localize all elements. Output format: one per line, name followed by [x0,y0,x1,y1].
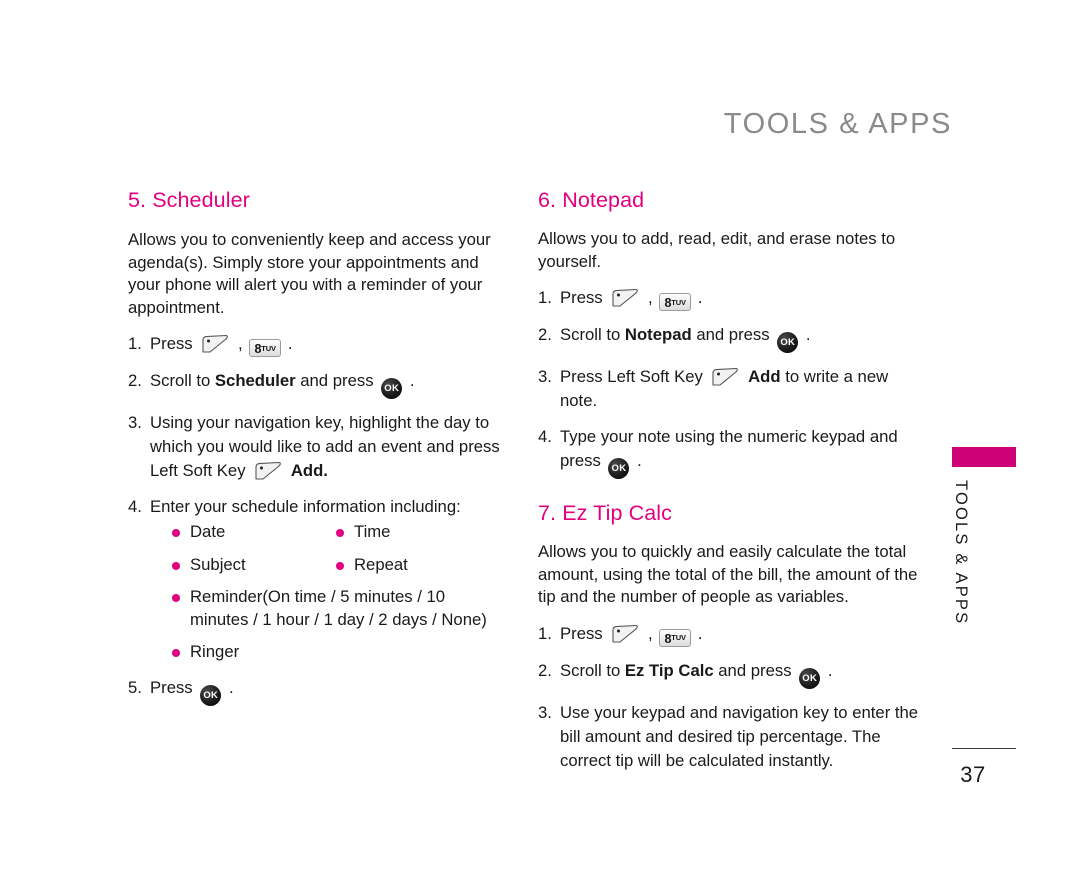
left-soft-key-icon [253,461,283,481]
step-comma: , [237,334,243,354]
step-number: 4. [538,427,552,447]
ok-key-icon: OK [777,332,799,354]
step-period: . [637,451,642,471]
step-number: 1. [538,288,552,308]
step-number: 1. [538,623,552,643]
ok-key-icon: OK [608,458,630,480]
step-period: . [697,623,703,643]
page-number: 37 [960,762,986,787]
ok-key-icon: OK [799,667,821,689]
step-period: . [228,677,234,697]
section-title-scheduler: 5. Scheduler [128,188,250,212]
step-period: . [697,288,703,308]
step-number: 3. [538,367,552,387]
step-text: Scroll to [560,325,621,345]
bullet-time: Time [336,521,390,544]
notepad-step-1: 1. Press , 8TUV . [538,286,920,312]
step-number: 2. [538,325,552,345]
bullet-reminder: Reminder(On time / 5 minutes / 10 minute… [172,586,508,631]
step-text-cont: and press [696,325,770,345]
left-soft-key-icon [710,367,740,387]
softkey-label-add: Add. [290,461,328,481]
step-text: Press Left Soft Key [560,367,703,387]
bullet-row: Reminder(On time / 5 minutes / 10 minute… [172,586,508,631]
scheduler-step-2: 2. Scroll to Scheduler and press OK . [128,369,508,400]
menu-name-scheduler: Scheduler [214,371,296,391]
ok-key-icon: OK [200,684,222,706]
eztip-step-1: 1. Press , 8TUV . [538,622,920,647]
key-8-tuv-icon: 8TUV [659,293,692,312]
eztip-intro-text: Allows you to quickly and easily calcula… [538,542,918,607]
step-number: 2. [128,371,142,391]
left-column: 5. Scheduler Allows you to conveniently … [128,188,508,718]
scheduler-step-4: 4. Enter your schedule information inclu… [128,495,508,664]
step-number: 4. [128,497,142,517]
eztip-steps: 1. Press , 8TUV . 2. Scroll to Ez Tip Ca… [538,622,920,773]
scheduler-intro-text: Allows you to conveniently keep and acce… [128,230,491,317]
step-number: 1. [128,334,142,354]
step-text: Press [560,288,603,308]
step-text: Scroll to [150,371,211,391]
thumb-tab-marker [952,447,1016,467]
menu-name-notepad: Notepad [624,325,692,345]
eztip-step-2: 2. Scroll to Ez Tip Calc and press OK . [538,659,920,689]
bullet-row: Subject Repeat [172,554,508,577]
eztip-step-3: 3. Use your keypad and navigation key to… [538,701,920,773]
footer-rule [952,748,1016,749]
running-head: TOOLS & APPS [723,108,952,140]
step-period: . [409,371,415,391]
step-text-cont: and press [718,660,792,680]
notepad-step-3: 3. Press Left Soft Key Add to write a ne… [538,365,920,413]
step-comma: , [647,288,653,308]
scheduler-step-3: 3. Using your navigation key, highlight … [128,411,508,483]
step-period: . [805,325,811,345]
bullet-repeat: Repeat [336,554,408,577]
step-period: . [287,334,293,354]
step-text: Enter your schedule information includin… [150,497,461,517]
key-8-tuv-icon: 8TUV [249,339,282,358]
step-text: Use your keypad and navigation key to en… [560,702,919,770]
step-text: Scroll to [560,660,621,680]
notepad-step-4: 4. Type your note using the numeric keyp… [538,425,920,480]
step-comma: , [647,623,653,643]
bullet-ringer: Ringer [172,641,508,664]
step-number: 3. [128,413,142,433]
step-text: Press [150,677,193,697]
step-number: 3. [538,702,552,722]
notepad-intro-text: Allows you to add, read, edit, and erase… [538,229,896,271]
notepad-step-2: 2. Scroll to Notepad and press OK . [538,323,920,354]
left-soft-key-icon [610,288,640,308]
step-text: Press [560,623,603,643]
step-text: Press [150,334,193,354]
scheduler-steps: 1. Press , 8TUV . 2. Scroll to Scheduler… [128,332,508,706]
ok-key-icon: OK [381,378,403,400]
bullet-date: Date [172,521,336,544]
bullet-subject: Subject [172,554,336,577]
bullet-row: Ringer [172,641,508,664]
notepad-steps: 1. Press , 8TUV . 2. Scroll to Notepad a… [538,286,920,480]
scheduler-step-1: 1. Press , 8TUV . [128,332,508,358]
section-title-ez-tip-calc: 7. Ez Tip Calc [538,501,673,526]
section-title-notepad: 6. Notepad [538,188,645,212]
menu-name-ez-tip-calc: Ez Tip Calc [624,660,714,680]
step-period: . [827,660,833,680]
schedule-fields-list: Date Time Subject Repeat Reminder(On tim… [150,521,508,664]
left-soft-key-icon [610,624,640,644]
bullet-row: Date Time [172,521,508,544]
scheduler-step-5: 5. Press OK . [128,676,508,706]
left-soft-key-icon [200,334,230,354]
thumb-tab-label: TOOLS & APPS [952,480,970,626]
right-column: 6. Notepad Allows you to add, read, edit… [538,188,920,785]
manual-page: TOOLS & APPS 5. Scheduler Allows you to … [0,0,1080,896]
step-number: 5. [128,677,142,697]
key-8-tuv-icon: 8TUV [659,628,692,647]
softkey-label-add: Add [748,367,781,387]
step-number: 2. [538,660,552,680]
step-text-cont: and press [300,371,374,391]
